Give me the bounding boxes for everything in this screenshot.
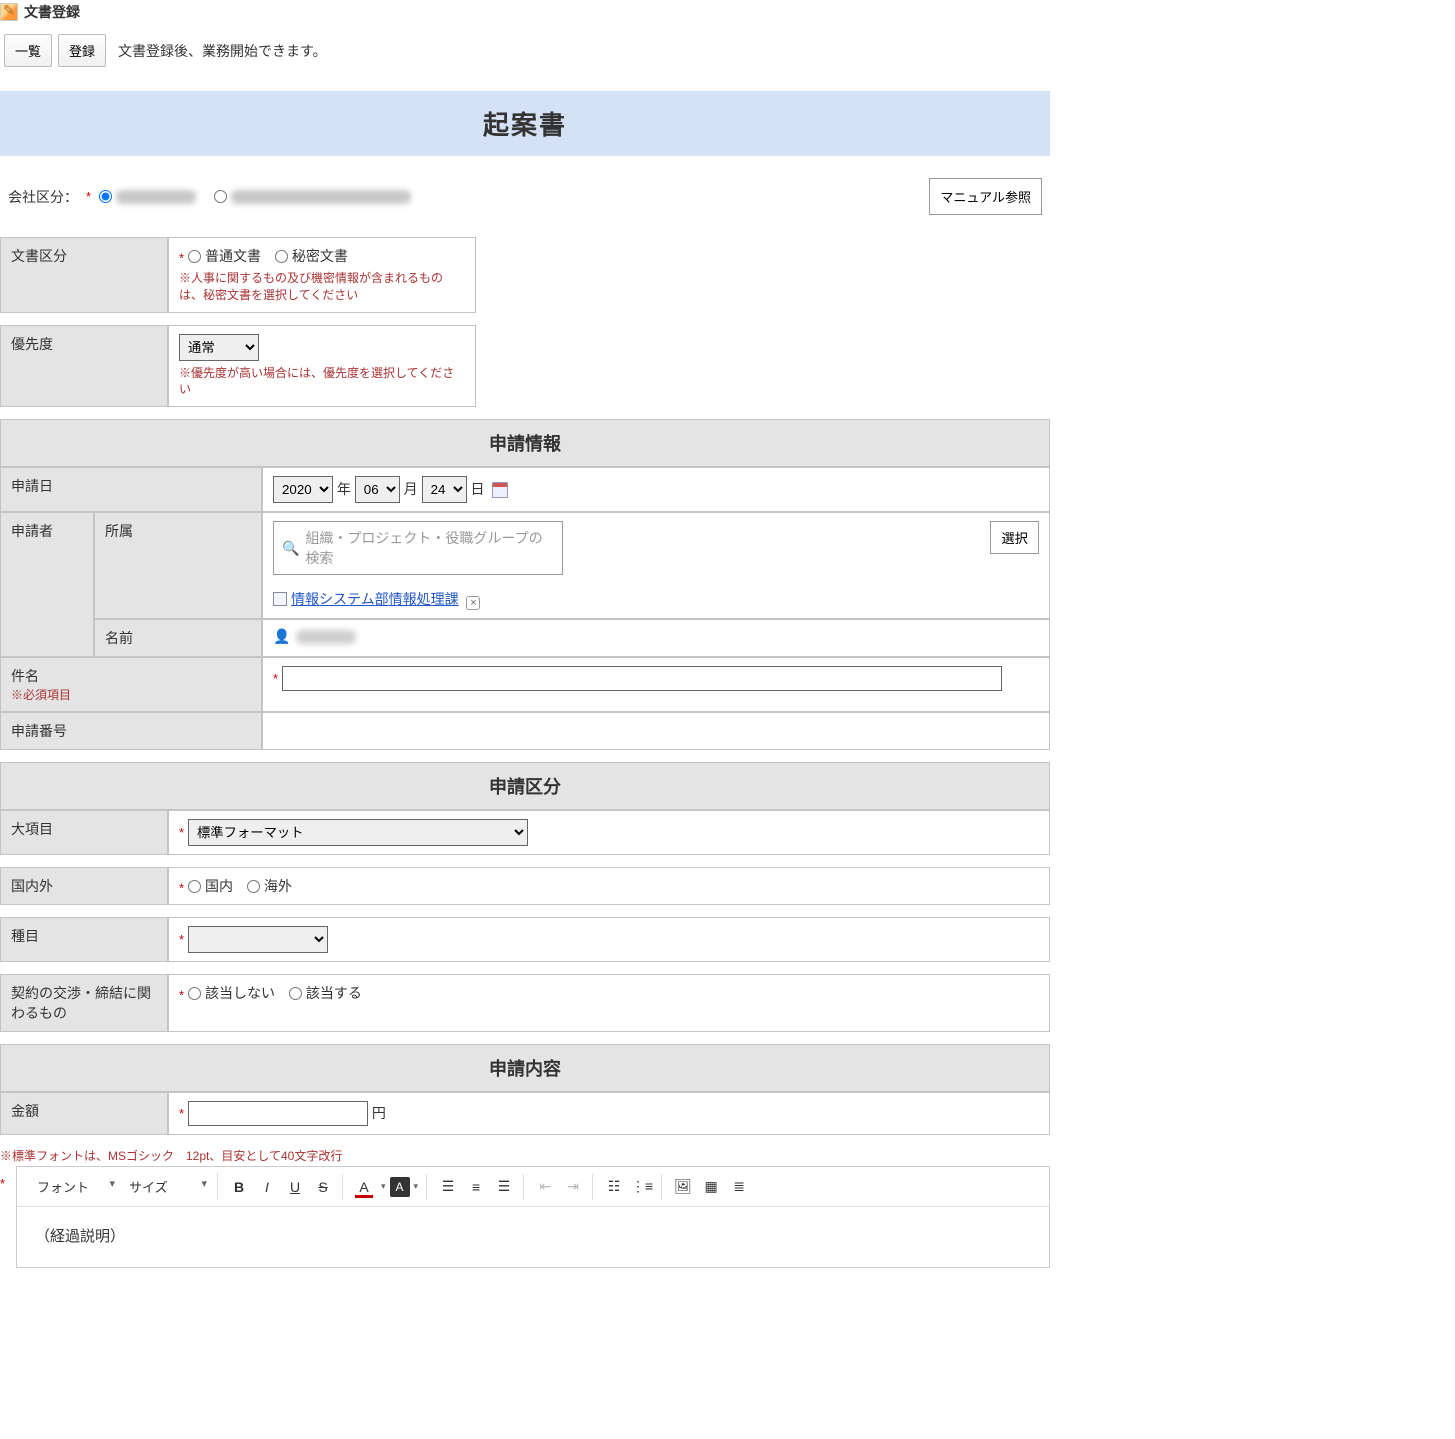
year-select[interactable]: 2020 (273, 476, 333, 503)
company-label: 会社区分： (8, 187, 78, 207)
toolbar-hint: 文書登録後、業務開始できます。 (118, 41, 327, 61)
contract-label: 契約の交渉・締結に関わるもの (0, 974, 168, 1032)
underline-icon[interactable]: U (282, 1174, 308, 1200)
subject-th: 件名 ※必須項目 (0, 657, 262, 712)
apply-date-label: 申請日 (0, 467, 262, 512)
register-button[interactable]: 登録 (58, 34, 106, 67)
remove-dept-icon[interactable]: × (466, 596, 480, 610)
contract-not-apply[interactable]: 該当しない (188, 983, 275, 1003)
month-select[interactable]: 06 (355, 476, 400, 503)
priority-label: 優先度 (0, 325, 168, 408)
overseas-option[interactable]: 海外 (247, 876, 292, 896)
required-mark: * (0, 1166, 10, 1268)
manual-button[interactable]: マニュアル参照 (929, 178, 1042, 215)
amount-input[interactable] (188, 1101, 368, 1126)
page-title: 文書登録 (24, 2, 80, 22)
person-icon: 👤 (273, 628, 290, 645)
editor-body[interactable]: （経過説明） (17, 1207, 1049, 1267)
section-apply-info: 申請情報 (0, 419, 1050, 467)
table-icon[interactable]: ▦ (698, 1174, 724, 1200)
doc-type-normal[interactable]: 普通文書 (188, 246, 261, 266)
subject-input[interactable] (282, 666, 1002, 691)
company-option-2[interactable] (214, 190, 411, 204)
unordered-list-icon[interactable]: ⋮≡ (629, 1174, 655, 1200)
outdent-icon[interactable]: ⇤ (532, 1174, 558, 1200)
hr-icon[interactable]: ≣ (726, 1174, 752, 1200)
applicant-label: 申請者 (0, 512, 94, 657)
kind-label: 種目 (0, 917, 168, 962)
ordered-list-icon[interactable]: ☷ (601, 1174, 627, 1200)
required-mark: * (179, 932, 184, 947)
italic-icon[interactable]: I (254, 1174, 280, 1200)
domestic-label: 国内外 (0, 867, 168, 905)
subject-label: 件名 (11, 668, 39, 684)
org-icon (273, 592, 287, 606)
applicant-name (296, 630, 356, 644)
app-no-label: 申請番号 (0, 712, 262, 750)
required-mark: * (179, 988, 184, 1003)
required-mark: * (179, 251, 184, 266)
doc-type-label: 文書区分 (0, 237, 168, 313)
list-button[interactable]: 一覧 (4, 34, 52, 67)
domestic-option[interactable]: 国内 (188, 876, 233, 896)
company-option-2-label (231, 190, 411, 204)
contract-apply[interactable]: 該当する (289, 983, 362, 1003)
required-mark: * (273, 671, 278, 686)
size-select[interactable]: サイズ (121, 1173, 211, 1200)
align-right-icon[interactable]: ☰ (491, 1174, 517, 1200)
bg-color-caret[interactable]: ▾ (412, 1181, 421, 1192)
search-icon: 🔍 (282, 540, 299, 557)
required-mark: * (179, 881, 184, 896)
font-select[interactable]: フォント (29, 1173, 119, 1200)
calendar-icon[interactable] (492, 482, 508, 498)
name-label: 名前 (94, 619, 262, 657)
font-note: ※標準フォントは、MSゴシック 12pt、目安として40文字改行 (0, 1147, 1050, 1164)
indent-icon[interactable]: ⇥ (560, 1174, 586, 1200)
bold-icon[interactable]: B (226, 1174, 252, 1200)
doc-type-note: ※人事に関するもの及び機密情報が含まれるものは、秘密文書を選択してください (179, 270, 465, 304)
required-mark: * (179, 1106, 184, 1121)
major-select[interactable]: 標準フォーマット (188, 819, 528, 846)
align-center-icon[interactable]: ≡ (463, 1174, 489, 1200)
subject-req-note: ※必須項目 (11, 688, 71, 702)
section-apply-cat: 申請区分 (0, 762, 1050, 810)
document-title: 起案書 (0, 91, 1050, 156)
amount-label: 金額 (0, 1092, 168, 1135)
required-mark: * (179, 825, 184, 840)
image-icon[interactable]: 🖼 (670, 1174, 696, 1200)
bg-color-icon[interactable]: A (390, 1177, 410, 1197)
required-mark: * (86, 189, 91, 204)
day-select[interactable]: 24 (422, 476, 467, 503)
section-apply-content: 申請内容 (0, 1044, 1050, 1092)
dept-label: 所属 (94, 512, 262, 619)
priority-select[interactable]: 通常 (179, 334, 259, 361)
kind-select[interactable] (188, 926, 328, 953)
company-option-1-label (116, 190, 196, 204)
doc-type-secret[interactable]: 秘密文書 (275, 246, 348, 266)
align-left-icon[interactable]: ☰ (435, 1174, 461, 1200)
amount-unit: 円 (372, 1105, 386, 1121)
company-option-1[interactable] (99, 190, 196, 204)
app-no-value (262, 712, 1050, 750)
priority-note: ※優先度が高い場合には、優先度を選択してください (179, 365, 465, 399)
strike-icon[interactable]: S (310, 1174, 336, 1200)
font-color-caret[interactable]: ▾ (379, 1181, 388, 1192)
pencil-icon (0, 3, 18, 21)
font-color-icon[interactable]: A (351, 1174, 377, 1200)
major-label: 大項目 (0, 810, 168, 855)
org-search-input[interactable]: 🔍 組織・プロジェクト・役職グループの検索 (273, 521, 563, 575)
select-button[interactable]: 選択 (990, 521, 1039, 554)
dept-link[interactable]: 情報システム部情報処理課 (273, 589, 459, 609)
